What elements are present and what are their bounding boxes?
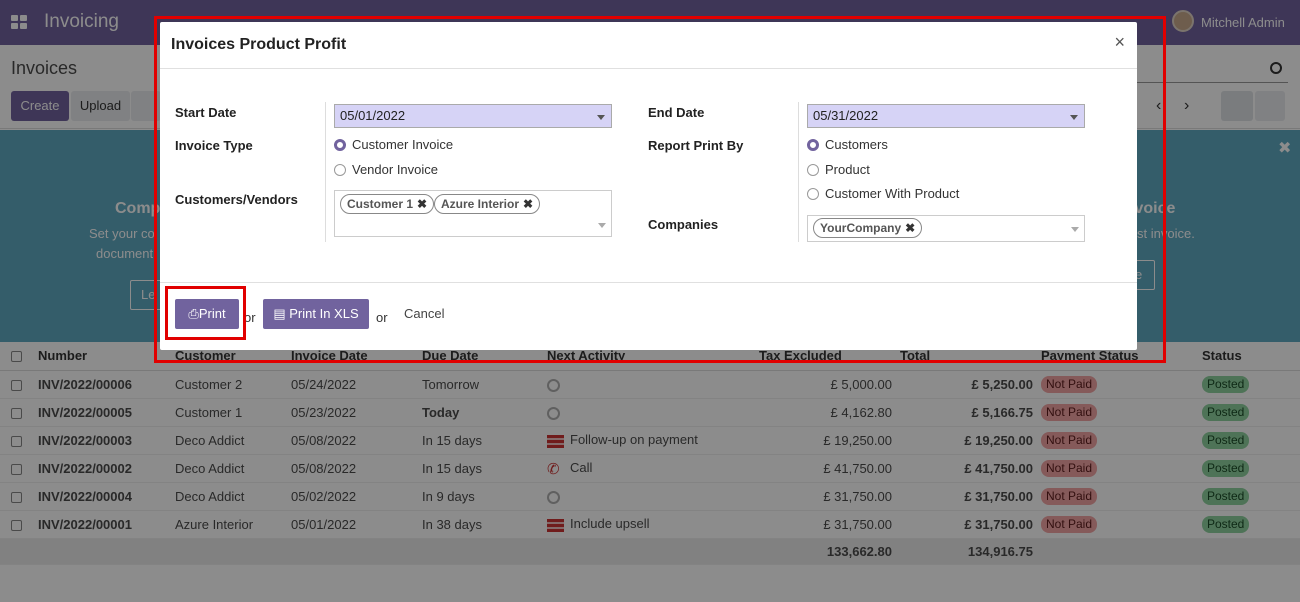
print-button-highlight-box [165, 286, 246, 340]
dialog-highlight-box [154, 16, 1166, 363]
